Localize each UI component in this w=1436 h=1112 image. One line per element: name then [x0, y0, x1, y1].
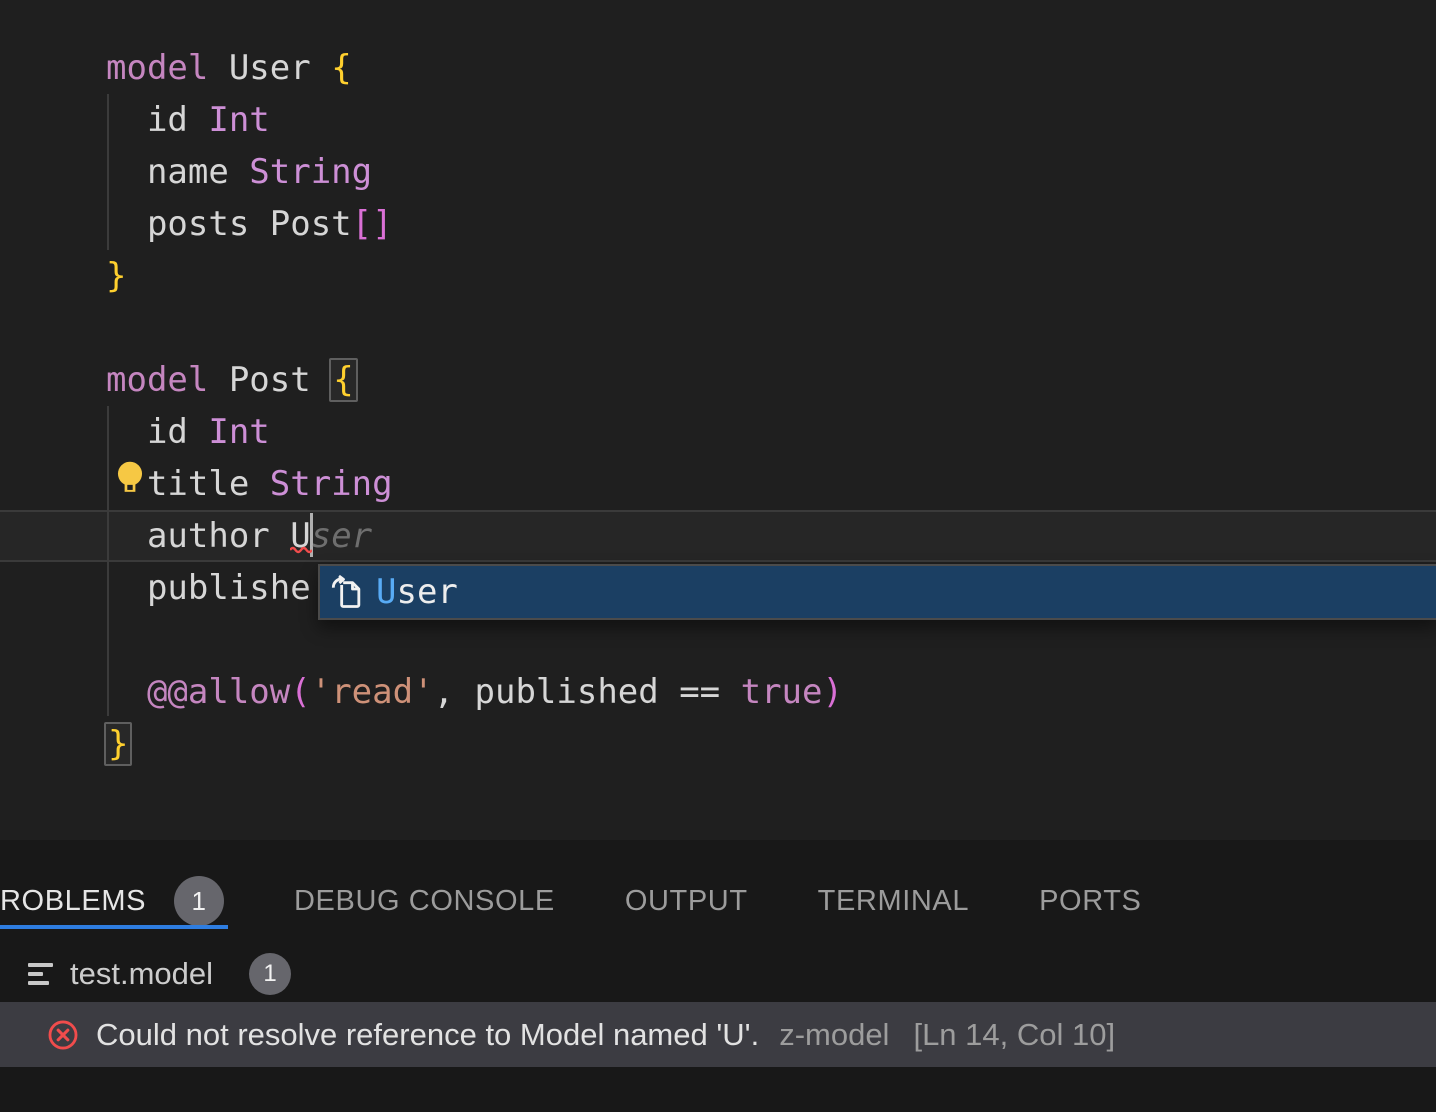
tab-terminal[interactable]: TERMINAL	[818, 885, 969, 918]
keyword-true: true	[741, 672, 823, 712]
problems-file-group[interactable]: test.model 1	[0, 950, 291, 998]
array-brackets: []	[352, 204, 393, 244]
type-int: Int	[208, 412, 269, 452]
vscode-window: model User { id Int name String posts Po…	[0, 0, 1436, 1112]
type-string: String	[270, 464, 393, 504]
reference-icon	[328, 572, 368, 612]
lightbulb-icon[interactable]	[111, 459, 149, 499]
code-line: }	[106, 250, 126, 302]
code-line: model User {	[106, 42, 352, 94]
code-editor[interactable]: model User { id Int name String posts Po…	[0, 0, 1436, 840]
code-line: posts Post[]	[106, 198, 393, 250]
error-icon	[46, 1018, 80, 1052]
code-line: @@allow('read', published == true)	[106, 666, 843, 718]
error-message: Could not resolve reference to Model nam…	[96, 1017, 759, 1053]
keyword-model: model	[106, 360, 208, 400]
open-paren: (	[290, 672, 310, 712]
string-read: 'read'	[311, 672, 434, 712]
open-brace: {	[331, 48, 351, 88]
error-location: [Ln 14, Col 10]	[913, 1017, 1115, 1053]
close-paren: )	[823, 672, 843, 712]
autocomplete-popup: User	[318, 564, 1436, 620]
tab-debug-console[interactable]: DEBUG CONSOLE	[294, 885, 555, 918]
code-line: publishe	[106, 562, 311, 614]
keyword-model: model	[106, 48, 208, 88]
code-line: id Int	[106, 406, 270, 458]
active-tab-indicator	[0, 925, 228, 929]
file-problems-count-badge: 1	[249, 953, 291, 995]
tab-ports[interactable]: PORTS	[1039, 885, 1141, 918]
problem-error-row[interactable]: Could not resolve reference to Model nam…	[0, 1002, 1436, 1067]
close-brace: }	[106, 256, 126, 296]
code-line: model Post {	[106, 354, 354, 406]
field-id: id	[106, 412, 208, 452]
attribute-allow: @@allow	[147, 672, 290, 712]
inline-suggestion-ghost-text: ser	[311, 516, 372, 556]
tab-problems[interactable]: ROBLEMS 1	[0, 876, 224, 926]
code-line: name String	[106, 146, 372, 198]
problems-file-name: test.model	[70, 956, 213, 992]
error-squiggle	[290, 545, 312, 554]
error-source: z-model	[779, 1017, 889, 1053]
code-line: author User	[106, 510, 372, 562]
bottom-panel: ROBLEMS 1 DEBUG CONSOLE OUTPUT TERMINAL …	[0, 840, 1436, 1112]
field-id: id	[106, 100, 208, 140]
panel-tabs: ROBLEMS 1 DEBUG CONSOLE OUTPUT TERMINAL …	[0, 876, 1141, 926]
typed-text-with-error: U	[290, 516, 310, 556]
file-icon	[28, 961, 54, 987]
model-name-user: User	[208, 48, 331, 88]
type-string: String	[249, 152, 372, 192]
suggestion-label: User	[376, 572, 458, 612]
close-brace-matched: }	[104, 722, 132, 766]
field-posts: posts Post	[106, 204, 352, 244]
type-int: Int	[208, 100, 269, 140]
problems-count-badge: 1	[174, 876, 224, 926]
open-brace-matched: {	[329, 358, 357, 402]
model-name-post: Post	[208, 360, 331, 400]
code-line: id Int	[106, 94, 270, 146]
code-line: }	[106, 718, 128, 770]
autocomplete-item-user[interactable]: User	[320, 572, 458, 612]
tab-output[interactable]: OUTPUT	[625, 885, 748, 918]
field-author: author	[106, 516, 290, 556]
field-published-partial: publishe	[106, 568, 311, 608]
field-name: name	[106, 152, 249, 192]
